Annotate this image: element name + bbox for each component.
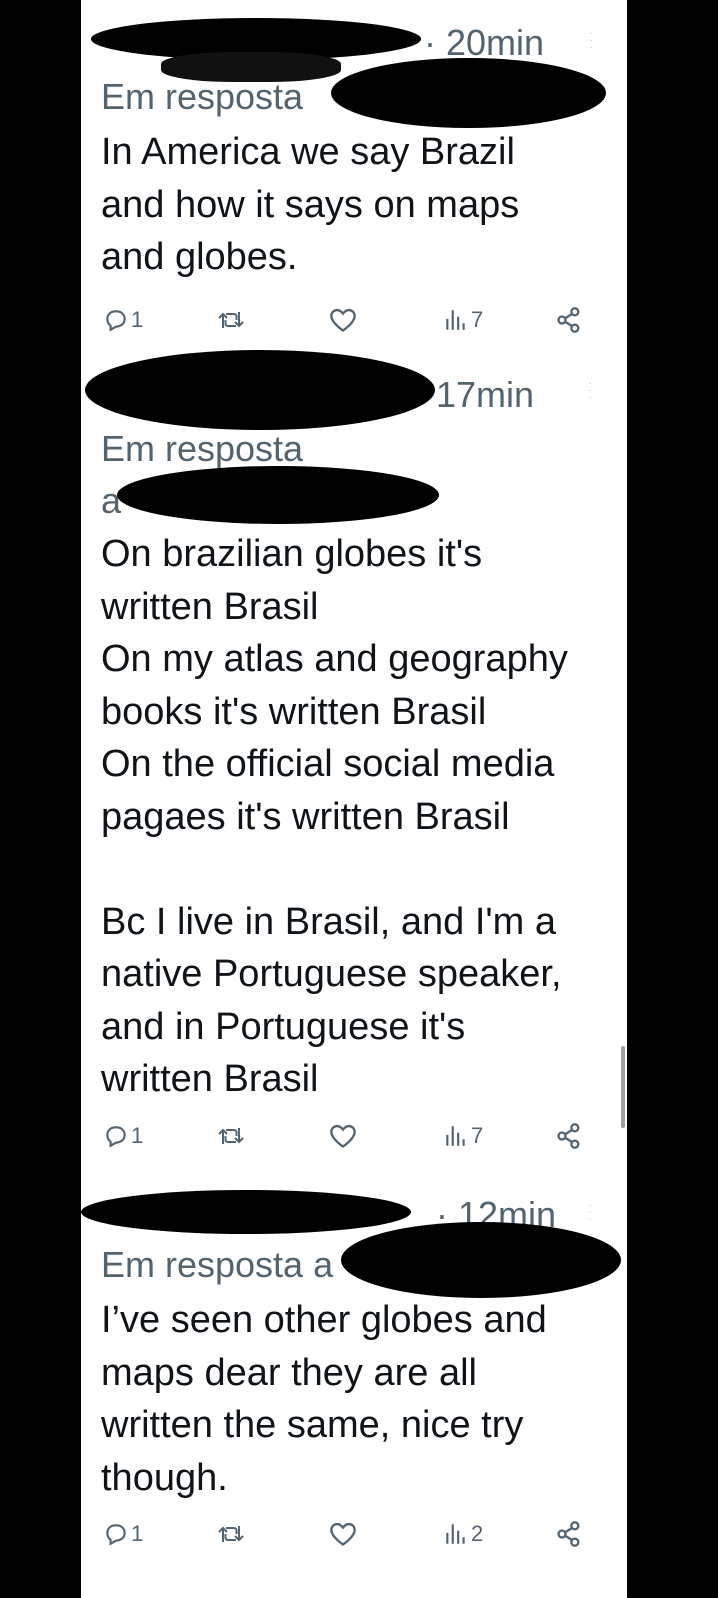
reply-count: 1 [131,307,144,332]
action-bar: 1 2 [81,1514,627,1554]
reply-icon [106,1524,126,1546]
tweet[interactable]: · 20min · · · Em resposta In America we sa… [81,0,627,340]
more-icon[interactable]: · · · [589,29,593,53]
reply-button[interactable]: 1 [103,1514,143,1554]
redacted-reply-target [341,1222,621,1298]
heart-icon [330,1124,356,1148]
retweet-icon [218,312,244,328]
share-button[interactable] [555,1514,583,1554]
share-icon [557,307,580,333]
reply-icon [106,1126,126,1148]
tweet[interactable]: 17min · · · Em resposta a On brazilian glo… [81,340,627,1160]
reply-context: Em resposta [101,428,304,469]
reply-button[interactable]: 1 [103,1116,143,1156]
view-count: 7 [471,307,484,332]
tweet[interactable]: · 12min · · · Em resposta a I’ve seen othe… [81,1160,627,1598]
view-count: 2 [471,1521,484,1546]
redacted-reply-target [331,58,606,128]
more-icon[interactable]: · · · [588,379,592,403]
retweet-icon [218,1128,244,1144]
tweet-text: I’ve seen other globes and maps dear the… [101,1299,547,1499]
scrollbar[interactable] [621,1046,625,1128]
redacted-username [85,350,435,430]
retweet-button[interactable] [217,1116,245,1156]
share-icon [557,1123,580,1149]
action-bar: 1 7 [81,1116,627,1156]
reply-context-cont: a [101,480,122,521]
reply-button[interactable]: 1 [103,300,143,340]
more-icon[interactable]: · · · [588,1201,592,1225]
views-icon [446,1126,465,1146]
reply-count: 1 [131,1123,144,1148]
tweet-text: On brazilian globes it's written Brasil … [101,533,568,1100]
like-button[interactable] [329,1116,357,1156]
share-button[interactable] [555,1116,583,1156]
reply-context: Em resposta [101,76,304,117]
views-button[interactable]: 2 [443,1514,483,1554]
retweet-icon [218,1526,244,1542]
retweet-button[interactable] [217,300,245,340]
share-button[interactable] [555,300,583,340]
redacted-reply-target [117,466,439,524]
reply-context: Em resposta a [101,1244,334,1285]
like-button[interactable] [329,1514,357,1554]
redacted-username [81,1190,411,1234]
tweet-text: In America we say Brazil and how it says… [101,131,520,278]
reply-count: 1 [131,1521,144,1546]
view-count: 7 [471,1123,484,1148]
share-icon [557,1521,580,1547]
reply-icon [106,310,126,332]
heart-icon [330,1522,356,1546]
retweet-button[interactable] [217,1514,245,1554]
views-icon [446,310,465,330]
timeline-panel: · 20min · · · Em resposta In America we sa… [81,0,627,1598]
heart-icon [330,308,356,332]
views-button[interactable]: 7 [443,300,483,340]
views-button[interactable]: 7 [443,1116,483,1156]
tweet-timestamp[interactable]: 17min [436,374,534,416]
like-button[interactable] [329,300,357,340]
views-icon [446,1524,465,1544]
action-bar: 1 7 [81,300,627,340]
